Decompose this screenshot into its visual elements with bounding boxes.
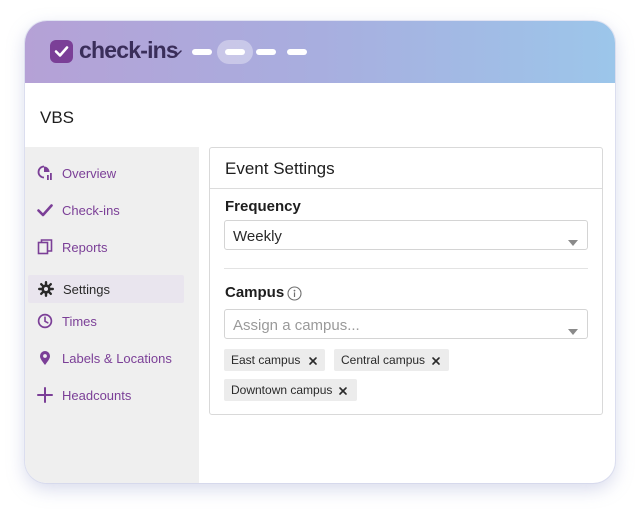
top-navigation-bar: check-ins bbox=[25, 21, 615, 83]
campus-select[interactable]: Assign a campus... bbox=[224, 309, 588, 339]
remove-tag-icon[interactable] bbox=[430, 354, 442, 366]
nav-item-2[interactable] bbox=[225, 49, 245, 55]
sidebar-item-label: Settings bbox=[63, 282, 110, 297]
campus-tag-label: East campus bbox=[231, 353, 301, 367]
sidebar: Overview Check-ins Reports Settings Time… bbox=[25, 147, 199, 483]
frequency-label: Frequency bbox=[225, 198, 301, 215]
nav-item-4[interactable] bbox=[287, 49, 307, 55]
app-name[interactable]: check-ins bbox=[79, 37, 179, 64]
campus-tag: Central campus bbox=[334, 349, 449, 371]
plus-icon bbox=[37, 387, 53, 403]
sidebar-item-settings[interactable]: Settings bbox=[28, 275, 184, 303]
sidebar-item-label: Overview bbox=[62, 166, 117, 181]
info-icon[interactable] bbox=[287, 286, 302, 306]
sidebar-item-times[interactable]: Times bbox=[25, 307, 199, 335]
panel-title: Event Settings bbox=[225, 159, 335, 178]
campus-placeholder: Assign a campus... bbox=[233, 317, 360, 334]
sidebar-item-check-ins[interactable]: Check-ins bbox=[25, 196, 199, 224]
campus-label: Campus bbox=[225, 284, 285, 301]
campus-tag-label: Downtown campus bbox=[231, 383, 333, 397]
overview-chart-icon bbox=[37, 165, 53, 181]
sidebar-item-label: Headcounts bbox=[62, 388, 132, 403]
caret-down-icon bbox=[568, 322, 578, 340]
campus-tag: Downtown campus bbox=[224, 379, 357, 401]
sidebar-item-labels-locations[interactable]: Labels & Locations bbox=[25, 344, 199, 372]
location-pin-icon bbox=[37, 350, 53, 366]
frequency-value: Weekly bbox=[233, 228, 282, 245]
clock-icon bbox=[37, 313, 53, 329]
nav-item-1[interactable] bbox=[192, 49, 212, 55]
app-window: check-ins VBS Overview Check-ins Reports… bbox=[25, 21, 615, 483]
sidebar-item-reports[interactable]: Reports bbox=[25, 233, 199, 261]
sidebar-item-label: Reports bbox=[62, 240, 108, 255]
chevron-down-icon[interactable] bbox=[172, 44, 182, 62]
sidebar-item-headcounts[interactable]: Headcounts bbox=[25, 381, 199, 409]
campus-tag: East campus bbox=[224, 349, 325, 371]
campus-tag-label: Central campus bbox=[341, 353, 426, 367]
divider bbox=[210, 188, 602, 189]
sidebar-item-label: Times bbox=[62, 314, 97, 329]
remove-tag-icon[interactable] bbox=[337, 384, 349, 396]
event-settings-panel: Event Settings Frequency Weekly Campus A… bbox=[209, 147, 603, 415]
divider bbox=[224, 268, 588, 269]
frequency-select[interactable]: Weekly bbox=[224, 220, 588, 250]
remove-tag-icon[interactable] bbox=[307, 354, 319, 366]
sidebar-item-label: Labels & Locations bbox=[62, 351, 172, 366]
nav-item-3[interactable] bbox=[256, 49, 276, 55]
sidebar-item-label: Check-ins bbox=[62, 203, 120, 218]
sidebar-item-overview[interactable]: Overview bbox=[25, 159, 199, 187]
caret-down-icon bbox=[568, 233, 578, 251]
reports-icon bbox=[37, 239, 53, 255]
check-icon bbox=[37, 202, 53, 218]
checkmark-badge-icon[interactable] bbox=[50, 40, 73, 63]
gear-icon bbox=[38, 281, 55, 298]
page-title: VBS bbox=[40, 108, 75, 127]
